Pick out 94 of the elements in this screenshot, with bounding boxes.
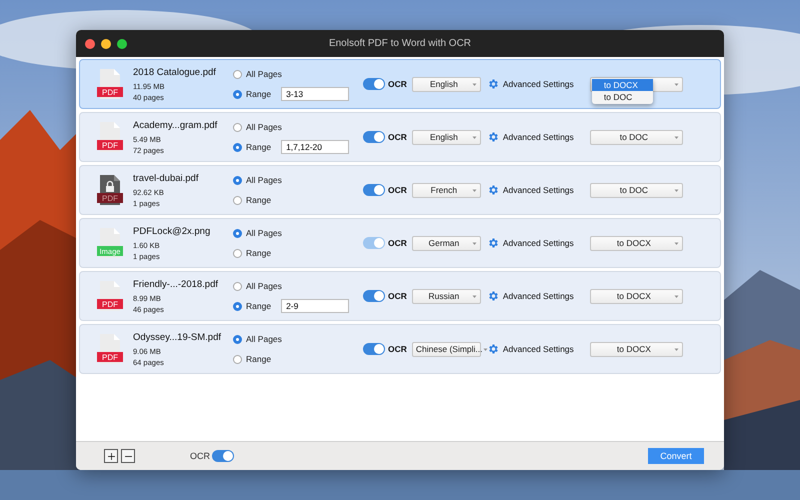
page-radio[interactable]: Range: [233, 301, 272, 311]
radio-icon[interactable]: [233, 228, 242, 238]
zoom-button[interactable]: [117, 38, 127, 48]
file-name: travel-dubai.pdf: [133, 172, 200, 184]
ocr-toggle[interactable]: [363, 290, 385, 302]
caret-icon: [472, 240, 477, 246]
gear-icon[interactable]: [486, 343, 499, 355]
language-select[interactable]: French: [412, 182, 481, 198]
format-select[interactable]: to DOC: [590, 182, 683, 198]
pdf-file-icon: PDF: [97, 280, 123, 312]
page-radio[interactable]: All Pages: [233, 69, 282, 79]
plus-icon: [106, 450, 116, 462]
caret-icon: [674, 82, 679, 86]
gear-icon[interactable]: [486, 237, 499, 249]
caret-icon: [674, 188, 679, 192]
radio-icon[interactable]: [233, 142, 242, 152]
ocr-toggle[interactable]: [363, 184, 385, 196]
gear-icon[interactable]: [486, 290, 499, 302]
close-button[interactable]: [85, 38, 95, 48]
page-radio[interactable]: All Pages: [233, 334, 282, 344]
add-button[interactable]: [104, 449, 118, 463]
ocr-label: OCR: [388, 344, 407, 354]
advanced-settings-link[interactable]: Advanced Settings: [502, 132, 590, 142]
caret-icon: [674, 294, 679, 298]
page-radio[interactable]: Range: [233, 354, 272, 364]
caret-icon: [674, 240, 679, 246]
radio-icon[interactable]: [233, 354, 242, 364]
caret-icon: [472, 134, 477, 140]
radio-icon[interactable]: [233, 196, 242, 204]
caret-icon: [472, 294, 477, 298]
page-radio[interactable]: Range: [233, 142, 272, 152]
language-select[interactable]: English: [412, 130, 481, 144]
radio-icon[interactable]: [233, 122, 242, 132]
page-radio[interactable]: Range: [233, 89, 272, 99]
pdf-file-icon: PDF: [97, 333, 123, 365]
range-field[interactable]: 1,7,12-20: [281, 140, 350, 154]
range-field[interactable]: 3-13: [281, 87, 350, 101]
pdf-file-icon: PDF: [97, 68, 123, 100]
ocr-label: OCR: [388, 238, 407, 248]
range-field[interactable]: 2-9: [281, 299, 350, 313]
file-name: 2018 Catalogue.pdf: [133, 66, 217, 78]
ocr-label: OCR: [388, 185, 407, 195]
file-name: Odyssey...19-SM.pdf: [133, 332, 222, 342]
radio-icon[interactable]: [233, 334, 242, 344]
file-name: PDFLock@2x.png: [133, 226, 212, 236]
advanced-settings-link[interactable]: Advanced Settings: [502, 79, 590, 89]
caret-icon: [472, 188, 477, 192]
radio-icon[interactable]: [233, 176, 242, 184]
ocr-toggle[interactable]: [363, 78, 385, 90]
ocr-toggle[interactable]: [363, 131, 385, 143]
advanced-settings-link[interactable]: Advanced Settings: [502, 344, 590, 354]
page-radio[interactable]: Range: [233, 248, 272, 258]
page-radio[interactable]: All Pages: [233, 175, 282, 185]
caret-icon: [674, 346, 679, 352]
minimize-button[interactable]: [101, 38, 111, 48]
radio-icon[interactable]: [233, 90, 242, 98]
format-option[interactable]: to DOCX: [592, 78, 653, 90]
advanced-settings-link[interactable]: Advanced Settings: [502, 291, 590, 301]
page-radio[interactable]: Range: [233, 195, 272, 205]
page-radio[interactable]: All Pages: [233, 228, 282, 238]
radio-icon[interactable]: [233, 282, 242, 290]
advanced-settings-link[interactable]: Advanced Settings: [502, 185, 590, 195]
page-radio[interactable]: All Pages: [233, 122, 282, 132]
radio-icon[interactable]: [233, 302, 242, 310]
format-select[interactable]: to DOCX: [590, 236, 683, 250]
pdf-file-icon: PDF: [97, 121, 123, 153]
ocr-label: OCR: [388, 291, 407, 301]
ocr-toggle[interactable]: [212, 450, 234, 462]
gear-icon[interactable]: [486, 78, 499, 90]
ocr-toggle[interactable]: [363, 343, 385, 355]
language-select[interactable]: English: [412, 76, 481, 92]
file-name: Academy...gram.pdf: [133, 120, 218, 130]
radio-icon[interactable]: [233, 70, 242, 78]
format-select[interactable]: to DOCX: [590, 342, 683, 356]
format-option[interactable]: to DOC: [592, 90, 653, 102]
format-select[interactable]: to DOCX: [590, 288, 683, 304]
remove-button[interactable]: [121, 449, 135, 463]
file-name: Friendly-...-2018.pdf: [133, 278, 220, 290]
gear-icon[interactable]: [486, 131, 499, 143]
language-select[interactable]: Russian: [412, 288, 481, 304]
radio-icon[interactable]: [233, 248, 242, 258]
ocr-label: OCR: [388, 79, 407, 89]
caret-icon: [674, 134, 679, 140]
ocr-label: OCR: [388, 132, 407, 142]
locked-file-icon: PDF: [97, 174, 123, 206]
format-select[interactable]: to DOC: [590, 130, 683, 144]
advanced-settings-link[interactable]: Advanced Settings: [502, 238, 590, 248]
gear-icon[interactable]: [486, 184, 499, 196]
window-title: Enolsoft PDF to Word with OCR: [328, 38, 472, 49]
ocr-label: OCR: [190, 451, 210, 461]
caret-icon: [482, 346, 488, 352]
caret-icon: [472, 82, 477, 86]
page-radio[interactable]: All Pages: [233, 281, 282, 291]
language-select[interactable]: German: [412, 236, 481, 250]
